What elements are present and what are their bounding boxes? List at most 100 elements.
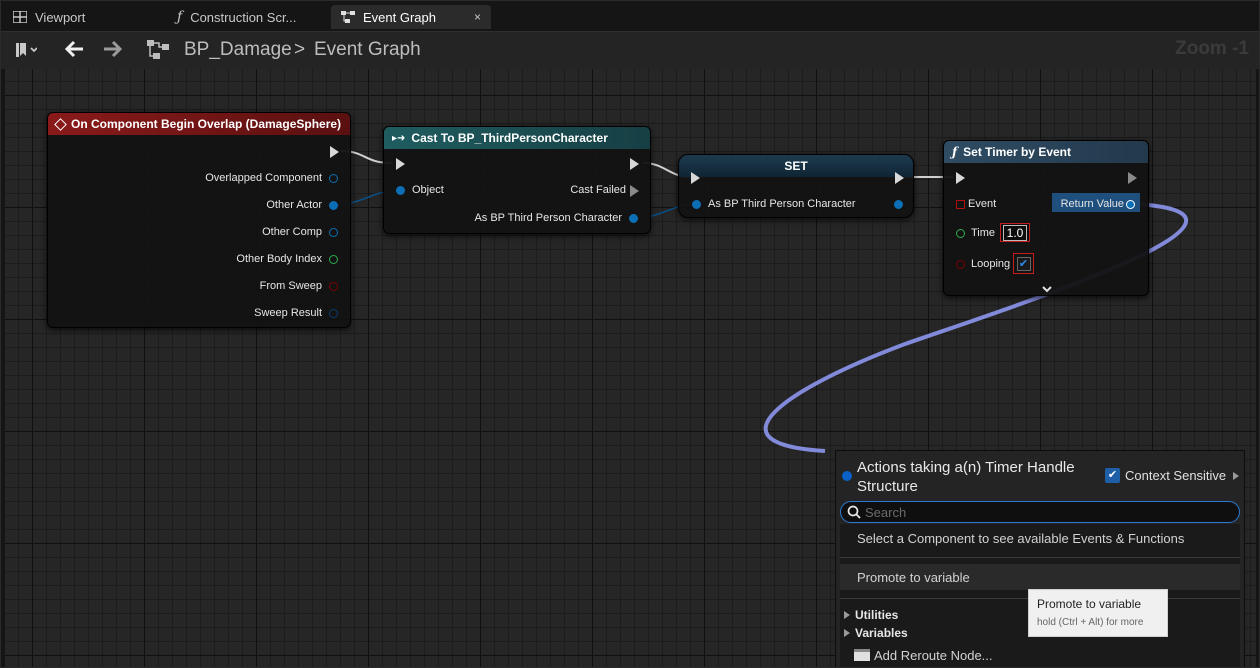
pin-as-character[interactable]	[629, 214, 638, 223]
breadcrumb-separator: >	[294, 39, 306, 60]
pin-set-out[interactable]	[894, 200, 903, 209]
pin-other-actor[interactable]	[329, 201, 338, 210]
graph-icon	[341, 11, 355, 23]
expand-chevron-icon[interactable]	[1041, 280, 1053, 298]
search-icon	[847, 505, 861, 519]
list-separator	[840, 557, 1240, 558]
node-begin-overlap-header[interactable]: On Component Begin Overlap (DamageSphere…	[48, 113, 350, 135]
exec-out-pin[interactable]	[1128, 172, 1138, 184]
time-value: 1.0	[1002, 224, 1028, 241]
tab-viewport-label: Viewport	[35, 9, 86, 25]
blueprint-graph-icon	[147, 40, 169, 60]
pin-time[interactable]	[956, 229, 965, 238]
pin-event[interactable]	[956, 200, 965, 209]
pin-label-event: Event	[968, 198, 997, 210]
tab-event-graph-label: Event Graph	[363, 9, 436, 25]
tab-event-graph[interactable]: Event Graph ×	[331, 5, 491, 29]
forward-arrow-icon[interactable]	[103, 40, 123, 58]
expand-arrow-icon	[844, 611, 850, 619]
node-timer-title: Set Timer by Event	[963, 145, 1071, 159]
list-item-promote-to-variable[interactable]: Promote to variable	[840, 564, 1240, 590]
time-value-field[interactable]: 1.0	[1000, 223, 1030, 242]
search-placeholder: Search	[865, 504, 907, 520]
category-variables[interactable]: Variables	[844, 626, 908, 640]
node-set[interactable]: SET As BP Third Person Character	[678, 154, 914, 218]
tab-construction-script[interactable]: ƒ Construction Scr...	[167, 5, 306, 29]
pin-label-sweep-result: Sweep Result	[254, 307, 322, 319]
node-cast-to[interactable]: ▸➜ Cast To BP_ThirdPersonCharacter Objec…	[383, 126, 651, 234]
reroute-node-icon	[854, 649, 870, 661]
tooltip: Promote to variable hold (Ctrl + Alt) fo…	[1028, 589, 1168, 637]
pin-label-set: As BP Third Person Character	[708, 198, 856, 210]
exec-in-pin[interactable]	[691, 172, 701, 184]
tooltip-hint: hold (Ctrl + Alt) for more	[1037, 617, 1144, 628]
pin-label-as-character: As BP Third Person Character	[474, 212, 622, 224]
pin-label-cast-failed: Cast Failed	[570, 184, 626, 196]
search-input[interactable]: Search	[840, 501, 1240, 523]
context-sensitive-label: Context Sensitive	[1125, 468, 1227, 483]
category-utilities[interactable]: Utilities	[844, 608, 898, 622]
pin-label-object: Object	[412, 184, 444, 196]
pin-label-other-body-index: Other Body Index	[236, 253, 322, 265]
list-item-select-component[interactable]: Select a Component to see available Even…	[840, 526, 1240, 550]
graph-toolbar: BP_Damage > Event Graph Zoom -1	[1, 31, 1259, 69]
node-set-timer[interactable]: ƒ Set Timer by Event Event Return Value …	[943, 140, 1149, 296]
node-begin-overlap[interactable]: On Component Begin Overlap (DamageSphere…	[47, 112, 351, 328]
pin-label-return-value: Return Value	[1060, 198, 1124, 210]
pin-label-other-actor: Other Actor	[266, 199, 322, 211]
node-set-header[interactable]: SET	[679, 155, 913, 177]
node-begin-overlap-title: On Component Begin Overlap (DamageSphere…	[71, 117, 342, 131]
exec-out-pin[interactable]	[630, 158, 640, 170]
back-arrow-icon[interactable]	[64, 40, 84, 58]
zoom-level: Zoom -1	[1175, 38, 1249, 59]
node-cast-title: Cast To BP_ThirdPersonCharacter	[411, 131, 608, 145]
pin-looping[interactable]	[956, 260, 965, 269]
event-diamond-icon	[54, 117, 67, 131]
tab-viewport[interactable]: Viewport	[3, 5, 95, 29]
pin-overlapped-component[interactable]	[329, 174, 338, 183]
looping-checkbox[interactable]: ✔	[1013, 253, 1034, 274]
cast-arrow-icon: ▸➜	[392, 132, 406, 144]
pin-label-looping: Looping	[971, 258, 1011, 270]
blueprint-editor-window: Viewport ƒ Construction Scr... Event Gra…	[0, 0, 1260, 668]
function-icon: ƒ	[177, 9, 183, 25]
viewport-grid-icon	[13, 11, 27, 23]
reroute-node-label: Add Reroute Node...	[874, 647, 993, 663]
breadcrumb-blueprint[interactable]: BP_Damage	[184, 39, 292, 61]
pin-other-comp[interactable]	[329, 228, 338, 237]
bookmark-icon	[16, 43, 37, 57]
category-variables-label: Variables	[855, 626, 908, 640]
node-set-title: SET	[784, 159, 808, 173]
exec-in-pin[interactable]	[956, 172, 966, 184]
exec-out-pin[interactable]	[330, 146, 340, 158]
breadcrumb-graph[interactable]: Event Graph	[314, 39, 421, 61]
context-sensitive-toggle[interactable]: ✔ Context Sensitive	[1105, 468, 1240, 483]
checkmark-icon: ✔	[1016, 256, 1031, 271]
context-sensitive-checkbox[interactable]: ✔	[1105, 468, 1120, 483]
pin-label-overlapped-component: Overlapped Component	[205, 172, 322, 184]
tab-construction-script-label: Construction Scr...	[190, 9, 297, 25]
list-item-add-reroute-node[interactable]: Add Reroute Node...	[840, 644, 1240, 666]
pin-other-body-index[interactable]	[329, 255, 338, 264]
pin-set-in[interactable]	[692, 200, 701, 209]
timer-handle-pin-icon	[842, 471, 852, 481]
pin-label-from-sweep: From Sweep	[259, 280, 322, 292]
pin-object[interactable]	[396, 186, 405, 195]
node-cast-header[interactable]: ▸➜ Cast To BP_ThirdPersonCharacter	[384, 127, 650, 149]
pin-label-time: Time	[971, 227, 996, 239]
function-icon: ƒ	[952, 145, 958, 159]
exec-out-pin[interactable]	[895, 172, 905, 184]
close-tab-icon[interactable]: ×	[474, 10, 481, 24]
exec-in-pin[interactable]	[396, 158, 406, 170]
bookmark-dropdown[interactable]	[15, 41, 37, 59]
pin-sweep-result[interactable]	[329, 309, 338, 318]
pin-label-other-comp: Other Comp	[262, 226, 322, 238]
category-utilities-label: Utilities	[855, 608, 899, 622]
pin-from-sweep[interactable]	[329, 282, 338, 291]
node-timer-header[interactable]: ƒ Set Timer by Event	[944, 141, 1148, 163]
action-menu-title: Actions taking a(n) Timer Handle Structu…	[857, 459, 1075, 495]
expand-arrow-icon[interactable]	[1233, 471, 1240, 480]
exec-cast-failed-pin[interactable]	[630, 185, 640, 197]
tab-bar: Viewport ƒ Construction Scr... Event Gra…	[1, 1, 1259, 33]
pin-return-value[interactable]	[1126, 200, 1135, 209]
